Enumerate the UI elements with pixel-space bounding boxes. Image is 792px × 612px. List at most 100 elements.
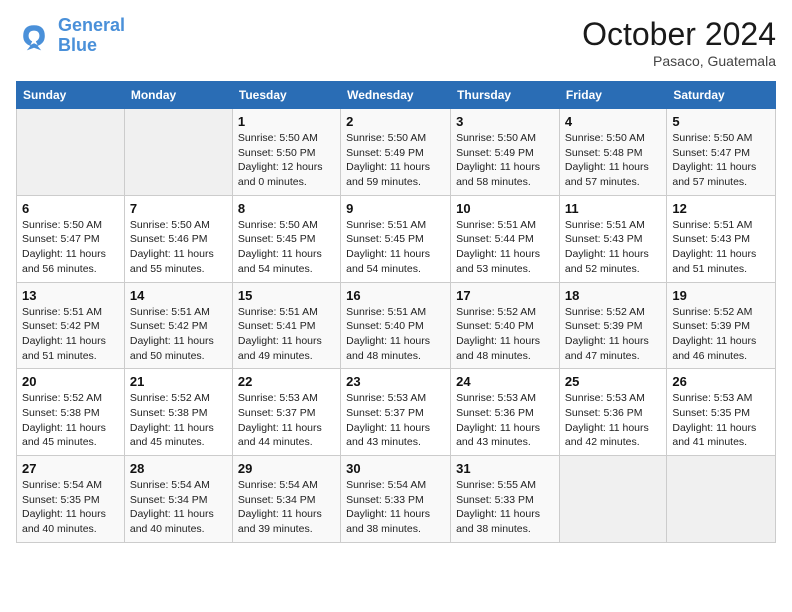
col-saturday: Saturday (667, 82, 776, 109)
calendar-cell: 1 Sunrise: 5:50 AM Sunset: 5:50 PM Dayli… (232, 109, 340, 196)
sunset-text: Sunset: 5:40 PM (456, 320, 534, 332)
day-number: 30 (346, 461, 445, 476)
sunrise-text: Sunrise: 5:51 AM (456, 219, 536, 231)
col-thursday: Thursday (451, 82, 560, 109)
calendar-cell (667, 456, 776, 543)
sunset-text: Sunset: 5:43 PM (565, 233, 643, 245)
sunset-text: Sunset: 5:33 PM (456, 494, 534, 506)
daylight-text: Daylight: 11 hours and 45 minutes. (22, 422, 106, 449)
calendar-cell: 6 Sunrise: 5:50 AM Sunset: 5:47 PM Dayli… (17, 195, 125, 282)
sunrise-text: Sunrise: 5:52 AM (22, 392, 102, 404)
day-number: 19 (672, 288, 770, 303)
calendar-cell: 26 Sunrise: 5:53 AM Sunset: 5:35 PM Dayl… (667, 369, 776, 456)
day-number: 28 (130, 461, 227, 476)
sunset-text: Sunset: 5:49 PM (456, 147, 534, 159)
sunset-text: Sunset: 5:49 PM (346, 147, 424, 159)
day-number: 9 (346, 201, 445, 216)
daylight-text: Daylight: 11 hours and 43 minutes. (346, 422, 430, 449)
calendar-week-4: 20 Sunrise: 5:52 AM Sunset: 5:38 PM Dayl… (17, 369, 776, 456)
col-friday: Friday (559, 82, 666, 109)
logo-icon (16, 18, 52, 54)
col-monday: Monday (124, 82, 232, 109)
sunset-text: Sunset: 5:35 PM (22, 494, 100, 506)
calendar-cell: 8 Sunrise: 5:50 AM Sunset: 5:45 PM Dayli… (232, 195, 340, 282)
sunset-text: Sunset: 5:47 PM (22, 233, 100, 245)
calendar-cell: 28 Sunrise: 5:54 AM Sunset: 5:34 PM Dayl… (124, 456, 232, 543)
sunrise-text: Sunrise: 5:54 AM (130, 479, 210, 491)
sunset-text: Sunset: 5:37 PM (346, 407, 424, 419)
daylight-text: Daylight: 11 hours and 51 minutes. (22, 335, 106, 362)
calendar-cell: 22 Sunrise: 5:53 AM Sunset: 5:37 PM Dayl… (232, 369, 340, 456)
sunrise-text: Sunrise: 5:50 AM (130, 219, 210, 231)
logo: General Blue (16, 16, 125, 56)
daylight-text: Daylight: 11 hours and 57 minutes. (672, 161, 756, 188)
sunset-text: Sunset: 5:33 PM (346, 494, 424, 506)
day-number: 14 (130, 288, 227, 303)
daylight-text: Daylight: 11 hours and 38 minutes. (456, 508, 540, 535)
cell-text: Sunrise: 5:53 AM Sunset: 5:36 PM Dayligh… (565, 391, 661, 450)
col-sunday: Sunday (17, 82, 125, 109)
daylight-text: Daylight: 11 hours and 54 minutes. (238, 248, 322, 275)
daylight-text: Daylight: 11 hours and 47 minutes. (565, 335, 649, 362)
day-number: 8 (238, 201, 335, 216)
sunrise-text: Sunrise: 5:50 AM (456, 132, 536, 144)
sunset-text: Sunset: 5:50 PM (238, 147, 316, 159)
sunrise-text: Sunrise: 5:53 AM (672, 392, 752, 404)
logo-line2: Blue (58, 35, 97, 55)
month-title: October 2024 (582, 16, 776, 53)
sunset-text: Sunset: 5:37 PM (238, 407, 316, 419)
calendar-body: 1 Sunrise: 5:50 AM Sunset: 5:50 PM Dayli… (17, 109, 776, 543)
calendar-cell: 29 Sunrise: 5:54 AM Sunset: 5:34 PM Dayl… (232, 456, 340, 543)
sunrise-text: Sunrise: 5:50 AM (565, 132, 645, 144)
cell-text: Sunrise: 5:50 AM Sunset: 5:49 PM Dayligh… (346, 131, 445, 190)
col-tuesday: Tuesday (232, 82, 340, 109)
daylight-text: Daylight: 11 hours and 59 minutes. (346, 161, 430, 188)
day-number: 2 (346, 114, 445, 129)
calendar-cell (17, 109, 125, 196)
daylight-text: Daylight: 11 hours and 58 minutes. (456, 161, 540, 188)
calendar-cell: 7 Sunrise: 5:50 AM Sunset: 5:46 PM Dayli… (124, 195, 232, 282)
cell-text: Sunrise: 5:52 AM Sunset: 5:39 PM Dayligh… (672, 305, 770, 364)
calendar-cell: 23 Sunrise: 5:53 AM Sunset: 5:37 PM Dayl… (341, 369, 451, 456)
cell-text: Sunrise: 5:51 AM Sunset: 5:40 PM Dayligh… (346, 305, 445, 364)
sunset-text: Sunset: 5:34 PM (130, 494, 208, 506)
sunrise-text: Sunrise: 5:50 AM (672, 132, 752, 144)
daylight-text: Daylight: 11 hours and 56 minutes. (22, 248, 106, 275)
sunrise-text: Sunrise: 5:53 AM (346, 392, 426, 404)
cell-text: Sunrise: 5:50 AM Sunset: 5:50 PM Dayligh… (238, 131, 335, 190)
calendar-cell: 16 Sunrise: 5:51 AM Sunset: 5:40 PM Dayl… (341, 282, 451, 369)
sunset-text: Sunset: 5:48 PM (565, 147, 643, 159)
day-number: 29 (238, 461, 335, 476)
cell-text: Sunrise: 5:52 AM Sunset: 5:39 PM Dayligh… (565, 305, 661, 364)
sunset-text: Sunset: 5:43 PM (672, 233, 750, 245)
sunset-text: Sunset: 5:45 PM (238, 233, 316, 245)
day-number: 12 (672, 201, 770, 216)
sunset-text: Sunset: 5:45 PM (346, 233, 424, 245)
calendar-cell: 3 Sunrise: 5:50 AM Sunset: 5:49 PM Dayli… (451, 109, 560, 196)
cell-text: Sunrise: 5:50 AM Sunset: 5:47 PM Dayligh… (672, 131, 770, 190)
sunrise-text: Sunrise: 5:51 AM (22, 306, 102, 318)
daylight-text: Daylight: 11 hours and 40 minutes. (130, 508, 214, 535)
calendar-cell: 13 Sunrise: 5:51 AM Sunset: 5:42 PM Dayl… (17, 282, 125, 369)
sunset-text: Sunset: 5:36 PM (456, 407, 534, 419)
day-number: 22 (238, 374, 335, 389)
calendar-cell: 17 Sunrise: 5:52 AM Sunset: 5:40 PM Dayl… (451, 282, 560, 369)
calendar-cell: 24 Sunrise: 5:53 AM Sunset: 5:36 PM Dayl… (451, 369, 560, 456)
daylight-text: Daylight: 11 hours and 53 minutes. (456, 248, 540, 275)
sunrise-text: Sunrise: 5:53 AM (238, 392, 318, 404)
day-number: 7 (130, 201, 227, 216)
calendar-cell: 14 Sunrise: 5:51 AM Sunset: 5:42 PM Dayl… (124, 282, 232, 369)
sunrise-text: Sunrise: 5:50 AM (238, 132, 318, 144)
sunrise-text: Sunrise: 5:52 AM (565, 306, 645, 318)
page-header: General Blue October 2024 Pasaco, Guatem… (16, 16, 776, 69)
calendar-cell: 5 Sunrise: 5:50 AM Sunset: 5:47 PM Dayli… (667, 109, 776, 196)
calendar-cell: 4 Sunrise: 5:50 AM Sunset: 5:48 PM Dayli… (559, 109, 666, 196)
day-number: 24 (456, 374, 554, 389)
daylight-text: Daylight: 12 hours and 0 minutes. (238, 161, 323, 188)
day-number: 3 (456, 114, 554, 129)
calendar-cell: 2 Sunrise: 5:50 AM Sunset: 5:49 PM Dayli… (341, 109, 451, 196)
sunset-text: Sunset: 5:44 PM (456, 233, 534, 245)
day-number: 31 (456, 461, 554, 476)
sunset-text: Sunset: 5:42 PM (22, 320, 100, 332)
sunrise-text: Sunrise: 5:51 AM (672, 219, 752, 231)
